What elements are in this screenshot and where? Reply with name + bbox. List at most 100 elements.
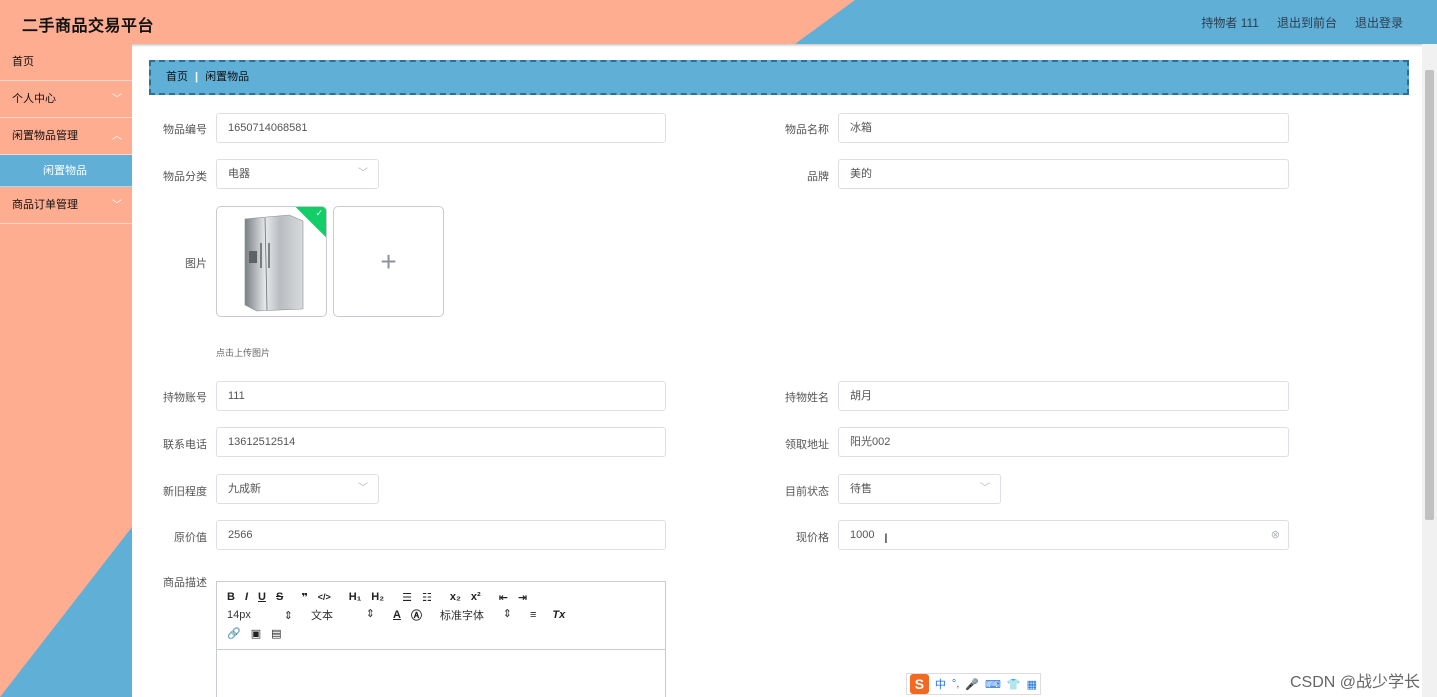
main-content: 首页 | 闲置物品 物品编号 1650714068581 物品名称 冰箱 物品分… [132, 47, 1422, 697]
clear-icon[interactable]: ⊗ [1271, 521, 1280, 549]
punctuation-icon[interactable]: °, [952, 678, 959, 690]
sogou-logo-icon: S [910, 674, 929, 694]
breadcrumb-current: 闲置物品 [205, 71, 250, 83]
underline-button[interactable]: U [258, 591, 266, 603]
upload-add-button[interactable]: + [333, 206, 444, 317]
header2-button[interactable]: H₂ [371, 591, 384, 603]
fridge-image [244, 214, 304, 312]
item-no-input[interactable]: 1650714068581 [216, 113, 666, 143]
chevron-down-icon: ﹀ [112, 200, 122, 211]
chevron-down-icon: ﹀ [358, 483, 368, 494]
holder-account-label: 持物账号 [163, 392, 207, 404]
updown-icon: ⇕ [502, 608, 512, 620]
category-select[interactable]: 电器 ﹀ [216, 159, 379, 189]
background-color-icon[interactable]: Ⓐ [411, 607, 422, 623]
category-value: 电器 [228, 168, 250, 180]
font-color-icon[interactable]: A [393, 609, 401, 621]
logout-link[interactable]: 退出登录 [1355, 14, 1403, 31]
breadcrumb: 首页 | 闲置物品 [149, 60, 1409, 95]
microphone-icon[interactable]: 🎤 [965, 678, 979, 691]
bold-button[interactable]: B [227, 591, 235, 603]
updown-icon: ⇕ [283, 609, 293, 622]
image-icon[interactable]: ▣ [251, 627, 261, 640]
font-family-value: 标准字体 [439, 610, 484, 622]
rich-text-editor: B I U S ❞ </> H₁ H₂ ☰ ☷ x₂ x² ⇤ ⇥ 14px ⇕ [216, 581, 666, 697]
sidebar-item-home[interactable]: 首页 [0, 44, 132, 81]
holder-name-input[interactable]: 胡月 [838, 381, 1289, 411]
breadcrumb-separator: | [195, 71, 199, 83]
current-price-input[interactable]: 1000 ⊗ [838, 520, 1289, 550]
brand-input[interactable]: 美的 [838, 159, 1289, 189]
item-name-input[interactable]: 冰箱 [838, 113, 1289, 143]
chevron-down-icon: ﹀ [112, 94, 122, 105]
check-icon: ✓ [315, 208, 323, 218]
back-to-front-link[interactable]: 退出到前台 [1277, 14, 1337, 31]
page-scrollbar[interactable] [1422, 44, 1437, 697]
status-label: 目前状态 [785, 486, 829, 498]
text-cursor-icon: I [884, 530, 888, 546]
ime-toolbar: S 中 °, 🎤 ⌨ 👕 ▦ [906, 673, 1041, 695]
updown-icon: ⇕ [365, 608, 375, 620]
skin-icon[interactable]: 👕 [1007, 678, 1021, 691]
current-price-label: 现价格 [796, 532, 829, 544]
brand-label: 品牌 [807, 171, 829, 183]
header-actions: 持物者 111 退出到前台 退出登录 [1201, 14, 1403, 31]
sidebar: 首页 个人中心 ﹀ 闲置物品管理 ︿ 闲置物品 商品订单管理 ﹀ [0, 44, 132, 697]
font-size-value: 14px [227, 608, 251, 621]
font-family-select[interactable]: 标准字体 ⇕ [440, 607, 512, 623]
bullet-list-button[interactable]: ☷ [422, 591, 432, 604]
italic-button[interactable]: I [245, 591, 248, 603]
condition-label: 新旧程度 [163, 486, 207, 498]
editor-toolbar: B I U S ❞ </> H₁ H₂ ☰ ☷ x₂ x² ⇤ ⇥ 14px ⇕ [217, 582, 665, 650]
condition-select[interactable]: 九成新 ﹀ [216, 474, 379, 504]
original-price-input[interactable]: 2566 [216, 520, 666, 550]
header-salmon-slant [795, 0, 855, 44]
condition-value: 九成新 [228, 483, 261, 495]
current-price-value: 1000 [850, 529, 875, 541]
address-label: 领取地址 [785, 439, 829, 451]
quote-button[interactable]: ❞ [301, 591, 307, 604]
chevron-down-icon: ﹀ [358, 168, 368, 179]
sidebar-item-label: 首页 [12, 56, 34, 68]
clear-format-button[interactable]: Tx [552, 609, 565, 621]
font-size-select[interactable]: 14px ⇕ [227, 609, 293, 622]
sidebar-blue-corner [0, 527, 132, 697]
keyboard-icon[interactable]: ⌨ [985, 678, 1001, 691]
phone-input[interactable]: 13612512514 [216, 427, 666, 457]
watermark: CSDN @战少学长 [1289, 674, 1420, 691]
phone-label: 联系电话 [163, 439, 207, 451]
grid-icon[interactable]: ▦ [1027, 678, 1037, 691]
header1-button[interactable]: H₁ [349, 591, 362, 603]
sidebar-item-order-management[interactable]: 商品订单管理 ﹀ [0, 187, 132, 224]
description-label: 商品描述 [163, 577, 207, 589]
indent-button[interactable]: ⇥ [518, 591, 527, 604]
top-header: 二手商品交易平台 持物者 111 退出到前台 退出登录 [0, 0, 1437, 44]
chevron-up-icon: ︿ [112, 131, 122, 142]
code-block-button[interactable]: </> [318, 592, 331, 602]
item-name-label: 物品名称 [785, 124, 829, 136]
outdent-button[interactable]: ⇤ [499, 591, 508, 604]
scrollbar-thumb[interactable] [1425, 70, 1434, 520]
ordered-list-button[interactable]: ☰ [402, 591, 412, 604]
subscript-button[interactable]: x₂ [450, 591, 461, 603]
status-value: 待售 [850, 483, 872, 495]
address-input[interactable]: 阳光002 [838, 427, 1289, 457]
user-label: 持物者 111 [1201, 16, 1259, 30]
video-icon[interactable]: ▤ [271, 627, 281, 640]
sidebar-item-idle-goods-management[interactable]: 闲置物品管理 ︿ [0, 118, 132, 155]
ime-mode-label[interactable]: 中 [935, 676, 946, 692]
superscript-button[interactable]: x² [471, 591, 481, 603]
sidebar-item-personal-center[interactable]: 个人中心 ﹀ [0, 81, 132, 118]
align-button[interactable]: ≡ [530, 609, 536, 621]
breadcrumb-home[interactable]: 首页 [166, 62, 188, 93]
plus-icon: + [380, 245, 397, 277]
sidebar-item-idle-goods[interactable]: 闲置物品 [0, 155, 132, 187]
status-select[interactable]: 待售 ﹀ [838, 474, 1001, 504]
image-label: 图片 [185, 258, 207, 270]
link-icon[interactable]: 🔗 [227, 627, 241, 640]
app-title: 二手商品交易平台 [22, 18, 155, 35]
strike-button[interactable]: S [276, 591, 283, 603]
text-type-select[interactable]: 文本 ⇕ [311, 607, 375, 623]
holder-account-input[interactable]: 111 [216, 381, 666, 411]
uploaded-image-card[interactable]: ✓ [216, 206, 327, 317]
